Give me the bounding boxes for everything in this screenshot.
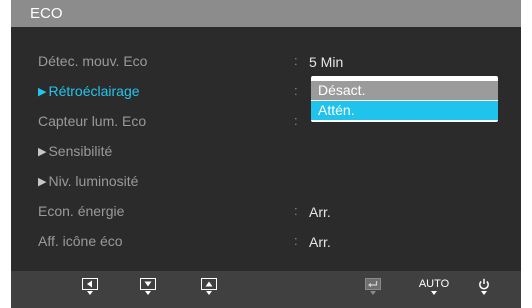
power-button[interactable]	[477, 277, 491, 291]
menu-item-label: Capteur lum. Eco	[38, 113, 147, 129]
menu-item-label: Sensibilité	[48, 143, 113, 159]
menu-item-brightness-level[interactable]: ▶ Niv. luminosité	[38, 172, 138, 192]
button-indicator-arrow	[206, 291, 212, 295]
colon-separator: :	[294, 83, 298, 98]
menu-item-backlight[interactable]: ▶ Rétroéclairage	[38, 82, 140, 102]
eco-saving-value: Arr.	[309, 204, 331, 220]
menu-item-label: Rétroéclairage	[48, 83, 140, 99]
menu-item-label: Niv. luminosité	[48, 173, 139, 189]
dropdown-option-off[interactable]: Désact.	[311, 81, 498, 100]
title-bar: ECO	[11, 0, 521, 27]
colon-separator: :	[294, 53, 298, 68]
up-button[interactable]	[201, 277, 217, 291]
button-indicator-arrow	[370, 291, 376, 295]
down-arrow-icon	[140, 278, 156, 290]
left-arrow-icon	[82, 278, 98, 290]
dropdown-option-dim[interactable]: Attén.	[311, 101, 498, 120]
colon-separator: :	[294, 113, 298, 128]
menu-item-eco-light-sensor[interactable]: Capteur lum. Eco	[38, 112, 146, 130]
menu-item-eco-motion-sensor[interactable]: Détec. mouv. Eco	[38, 52, 147, 70]
auto-button[interactable]: AUTO	[416, 277, 452, 291]
eco-osd-menu: ECO Détec. mouv. Eco : 5 Min ▶ Rétroéclai…	[11, 0, 521, 308]
down-button[interactable]	[140, 277, 156, 291]
menu-item-label: Détec. mouv. Eco	[38, 53, 148, 69]
enter-button[interactable]	[365, 277, 381, 291]
button-indicator-arrow	[431, 291, 437, 295]
power-icon	[479, 278, 489, 290]
triangle-right-icon: ▶	[38, 86, 47, 98]
button-indicator-arrow	[481, 291, 487, 295]
bottom-button-bar: AUTO	[11, 271, 521, 308]
colon-separator: :	[294, 203, 298, 218]
eco-motion-sensor-value: 5 Min	[309, 54, 344, 70]
triangle-right-icon: ▶	[38, 176, 47, 188]
button-indicator-arrow	[87, 291, 93, 295]
up-arrow-icon	[201, 278, 217, 290]
colon-separator: :	[294, 233, 298, 248]
backlight-dropdown[interactable]: Désact. Attén.	[311, 76, 498, 122]
left-button[interactable]	[82, 277, 98, 291]
menu-item-eco-saving[interactable]: Econ. énergie	[38, 202, 124, 220]
button-indicator-arrow	[145, 291, 151, 295]
menu-title: ECO	[30, 5, 63, 22]
menu-item-sensitivity[interactable]: ▶ Sensibilité	[38, 142, 112, 162]
triangle-right-icon: ▶	[38, 146, 47, 158]
enter-icon	[365, 278, 381, 290]
menu-item-label: Econ. énergie	[38, 203, 125, 219]
menu-item-label: Aff. icône éco	[38, 233, 123, 249]
menu-item-eco-icon-display[interactable]: Aff. icône éco	[38, 232, 123, 250]
eco-icon-display-value: Arr.	[309, 234, 331, 250]
